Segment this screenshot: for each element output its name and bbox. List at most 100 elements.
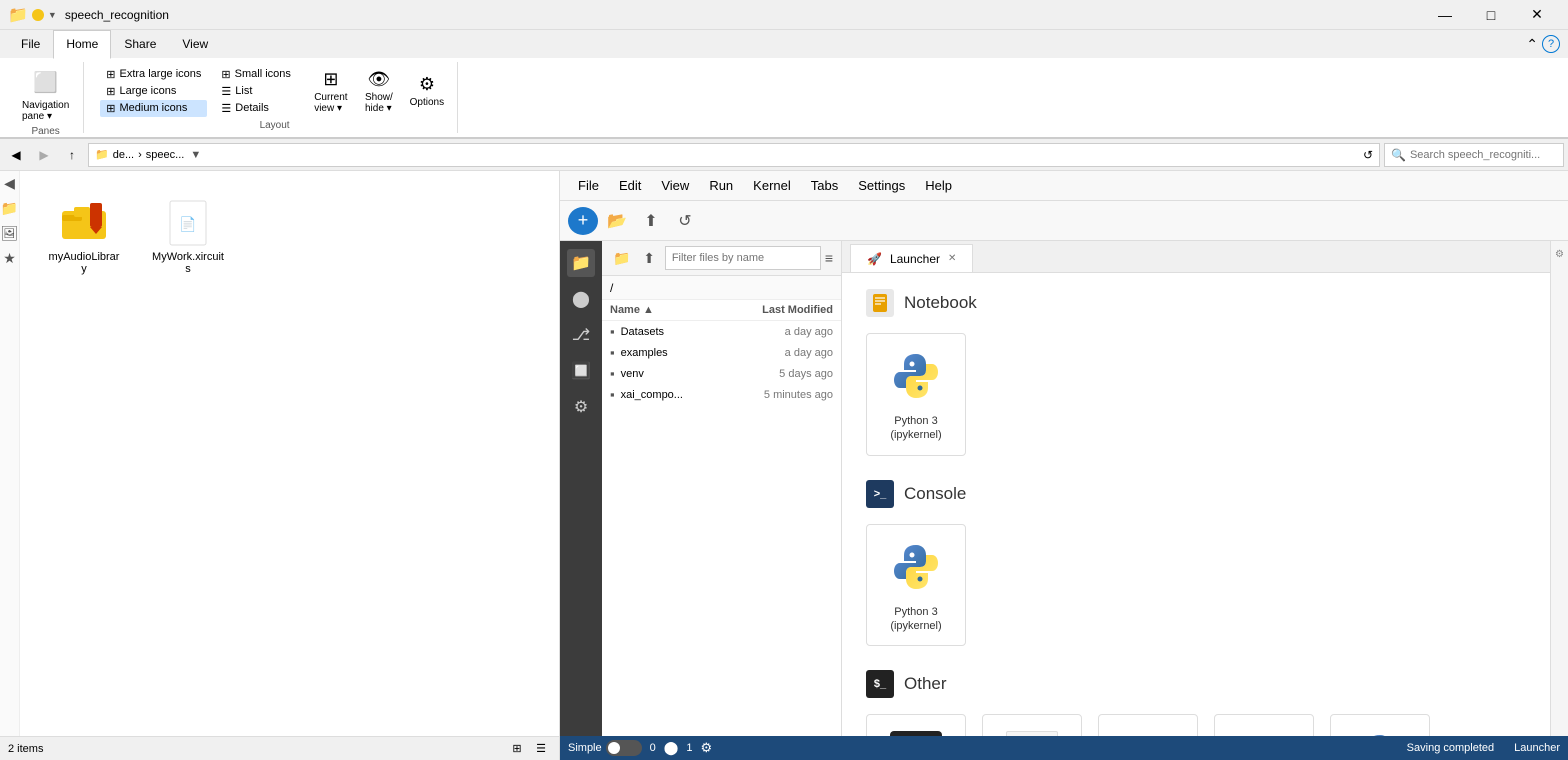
python3-console-card[interactable]: Python 3(ipykernel) xyxy=(866,524,966,647)
xircuits-file-icon: 📄 xyxy=(164,199,212,247)
git-sidebar-icon[interactable]: ⎇ xyxy=(567,321,595,349)
sidebar-folders-icon[interactable]: 📁 xyxy=(1,200,18,217)
new-launcher-button[interactable]: + xyxy=(568,207,598,235)
status-num-2: 1 xyxy=(686,742,692,754)
toggle-thumb xyxy=(608,742,620,754)
pythonfile-icon xyxy=(1350,727,1410,736)
list-view-button[interactable]: ☰ xyxy=(531,739,551,759)
python3-notebook-card[interactable]: Python 3(ipykernel) xyxy=(866,333,966,456)
launcher-tab[interactable]: 🚀 Launcher ✕ xyxy=(850,244,973,272)
help-icon[interactable]: ? xyxy=(1542,35,1560,53)
audio-library-label: myAudioLibrary xyxy=(48,251,120,275)
ribbon: File Home Share View ⌃ ? ⬜ Navigationpan… xyxy=(0,30,1568,139)
terminal-card[interactable]: $_ Terminal xyxy=(866,714,966,736)
search-input[interactable] xyxy=(1410,149,1557,161)
close-button[interactable]: ✕ xyxy=(1514,0,1560,30)
sidebar-gallery-icon[interactable]: 🖼 xyxy=(1,225,19,242)
medium-icons-btn[interactable]: ⊞ Medium icons xyxy=(100,100,207,117)
minimize-button[interactable]: — xyxy=(1422,0,1468,30)
pythonfile-card[interactable]: Python File xyxy=(1330,714,1430,736)
menu-view[interactable]: View xyxy=(651,174,699,197)
console-cards: Python 3(ipykernel) xyxy=(866,524,1526,647)
simple-label: Simple xyxy=(568,742,602,754)
large-icons-btn[interactable]: ⊞ Large icons xyxy=(100,83,207,100)
navigation-pane-button[interactable]: ⬜ Navigationpane ▾ xyxy=(16,62,75,126)
tab-close-icon[interactable]: ✕ xyxy=(948,253,956,264)
right-sidebar-toggle[interactable]: ⚙ xyxy=(1554,249,1565,260)
terminal-card-icon: $_ xyxy=(886,727,946,736)
fb-new-folder-button[interactable]: 📁 xyxy=(610,245,633,271)
options-icon: ⚙ xyxy=(419,74,435,95)
menu-run[interactable]: Run xyxy=(699,174,743,197)
refresh-button[interactable]: ↺ xyxy=(1363,148,1373,162)
xircuits-card[interactable]: Xircuits File xyxy=(1098,714,1198,736)
file-filter-input[interactable] xyxy=(665,246,821,270)
extra-large-icons-btn[interactable]: ⊞ Extra large icons xyxy=(100,66,207,83)
menu-file[interactable]: File xyxy=(568,174,609,197)
ribbon-group-layout: ⊞ Extra large icons ⊞ Large icons ⊞ Medi… xyxy=(92,62,458,133)
maximize-button[interactable]: □ xyxy=(1468,0,1514,30)
list-item[interactable]: 📄 MyWork.xircuits xyxy=(148,195,228,279)
folder-icon: ▪ xyxy=(610,324,615,339)
jupyter-panel: File Edit View Run Kernel Tabs Settings … xyxy=(560,171,1568,760)
ribbon-tab-share[interactable]: Share xyxy=(111,30,169,58)
audio-library-icon xyxy=(60,199,108,247)
extensions-sidebar-icon[interactable]: 🔲 xyxy=(567,357,595,385)
ribbon-tab-home[interactable]: Home xyxy=(53,30,111,59)
small-icons-btn[interactable]: ⊞ Small icons xyxy=(215,66,296,83)
details-btn[interactable]: ☰ Details xyxy=(215,100,296,117)
fb-more-icon[interactable]: ≡ xyxy=(825,250,833,266)
fb-row[interactable]: ▪ xai_compo... 5 minutes ago xyxy=(602,384,841,405)
current-view-button[interactable]: ⊞ Currentview ▾ xyxy=(309,67,353,116)
menu-tabs[interactable]: Tabs xyxy=(801,174,848,197)
sidebar-connect-icon[interactable]: ★ xyxy=(3,250,16,267)
fb-upload-button[interactable]: ⬆ xyxy=(637,245,660,271)
options-button[interactable]: ⚙ Options xyxy=(405,72,449,110)
files-sidebar-icon[interactable]: 📁 xyxy=(567,249,595,277)
address-bar[interactable]: 📁 de... › speec... ▼ ↺ xyxy=(88,143,1380,167)
col-name-header: Name ▲ xyxy=(610,304,733,316)
open-folder-button[interactable]: 📂 xyxy=(602,207,632,235)
search-bar[interactable]: 🔍 xyxy=(1384,143,1564,167)
fb-row[interactable]: ▪ venv 5 days ago xyxy=(602,363,841,384)
markdown-card[interactable]: M Markdown File xyxy=(1214,714,1314,736)
grid-view-button[interactable]: ⊞ xyxy=(507,739,527,759)
forward-button[interactable]: ▶ xyxy=(32,143,56,167)
show-hide-button[interactable]: 👁 Show/hide ▾ xyxy=(357,67,401,116)
fb-file-date: a day ago xyxy=(733,326,833,338)
explorer-sidebar: ◀ 📁 🖼 ★ xyxy=(0,171,20,736)
ribbon-tab-file[interactable]: File xyxy=(8,30,53,58)
menu-settings[interactable]: Settings xyxy=(848,174,915,197)
menu-help[interactable]: Help xyxy=(915,174,962,197)
notebook-section-title: Notebook xyxy=(904,293,977,313)
python3-notebook-icon xyxy=(886,346,946,406)
address-dropdown-icon[interactable]: ▼ xyxy=(190,149,201,161)
up-button[interactable]: ↑ xyxy=(60,143,84,167)
running-sidebar-icon[interactable]: ⬤ xyxy=(567,285,595,313)
jupyter-right-sidebar: ⚙ xyxy=(1550,241,1568,736)
menu-kernel[interactable]: Kernel xyxy=(743,174,801,197)
tools-sidebar-icon[interactable]: ⚙ xyxy=(567,393,595,421)
icon-grid-medium: ⊞ xyxy=(106,85,115,98)
ribbon-expand-icon[interactable]: ⌃ xyxy=(1526,36,1538,53)
fb-row[interactable]: ▪ examples a day ago xyxy=(602,342,841,363)
ribbon-tab-view[interactable]: View xyxy=(169,30,221,58)
explorer-content: ◀ 📁 🖼 ★ xyxy=(0,171,559,736)
fb-row[interactable]: ▪ Datasets a day ago xyxy=(602,321,841,342)
sidebar-expand-icon[interactable]: ◀ xyxy=(4,175,15,192)
current-view-icon: ⊞ xyxy=(323,69,338,90)
jupyter-menubar: File Edit View Run Kernel Tabs Settings … xyxy=(560,171,1568,201)
icon-grid-small: ⊞ xyxy=(106,102,115,115)
list-item[interactable]: myAudioLibrary xyxy=(44,195,124,279)
upload-button[interactable]: ⬆ xyxy=(636,207,666,235)
toggle-track[interactable] xyxy=(606,740,642,756)
refresh-button[interactable]: ↺ xyxy=(670,207,700,235)
status-count: 2 items xyxy=(8,743,43,755)
file-icons-container: myAudioLibrary 📄 MyWork.xircuits xyxy=(28,179,551,295)
simple-toggle[interactable]: Simple xyxy=(568,740,642,756)
menu-edit[interactable]: Edit xyxy=(609,174,651,197)
launcher-area: Notebook xyxy=(842,273,1550,736)
back-button[interactable]: ◀ xyxy=(4,143,28,167)
textfile-card[interactable]: Text File xyxy=(982,714,1082,736)
list-btn[interactable]: ☰ List xyxy=(215,83,296,100)
